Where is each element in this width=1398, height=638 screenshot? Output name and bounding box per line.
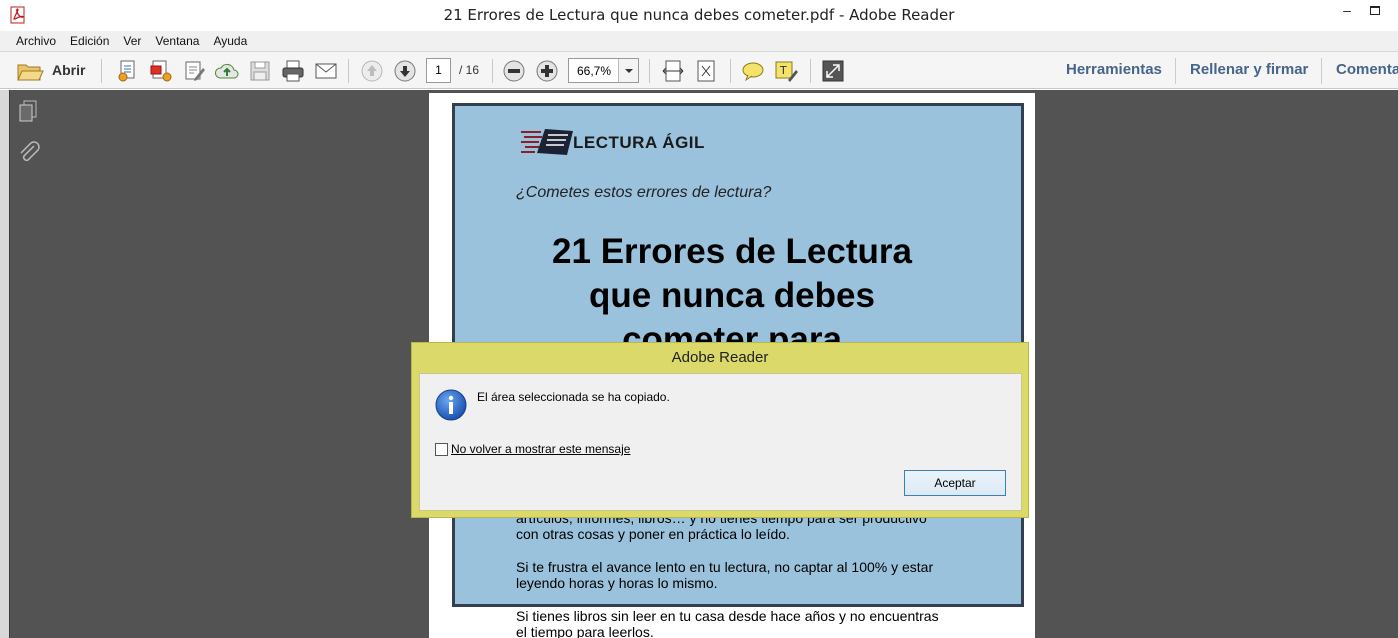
email-icon[interactable] <box>313 58 339 84</box>
toolbar-separator <box>101 59 102 83</box>
adobe-reader-window: 21 Errores de Lectura que nunca debes co… <box>0 0 1398 638</box>
minimize-button[interactable]: – <box>1335 0 1359 24</box>
menu-ayuda[interactable]: Ayuda <box>206 31 254 51</box>
fullscreen-icon[interactable] <box>820 58 846 84</box>
toolbar-separator <box>730 59 731 83</box>
toolbar: Abrir 1 / 16 66,7% T Herramientas Rellen… <box>0 51 1398 89</box>
toolbar-separator <box>348 59 349 83</box>
cover-tagline: ¿Cometes estos errores de lectura? <box>516 184 772 201</box>
body-text-line: Si te frustra el avance lento en tu lect… <box>516 559 934 575</box>
copy-confirmation-dialog: Adobe Reader El área seleccionada se ha … <box>411 342 1029 518</box>
export-pdf-icon[interactable] <box>148 58 174 84</box>
toolbar-separator <box>1321 58 1322 84</box>
maximize-icon <box>1370 6 1380 15</box>
edit-pdf-icon[interactable] <box>181 58 207 84</box>
fill-sign-link[interactable]: Rellenar y firmar <box>1190 61 1308 78</box>
next-page-icon[interactable] <box>392 58 418 84</box>
maximize-button[interactable] <box>1363 0 1387 24</box>
page-total: / 16 <box>459 63 480 77</box>
zoom-out-icon[interactable] <box>501 58 527 84</box>
fit-page-icon[interactable] <box>693 58 719 84</box>
page-thumbnails-icon[interactable] <box>16 98 42 124</box>
body-text-line: Si tienes libros sin leer en tu casa des… <box>516 608 939 624</box>
zoom-select[interactable]: 66,7% <box>568 58 639 83</box>
comment-icon[interactable] <box>740 58 766 84</box>
toolbar-separator <box>1175 58 1176 84</box>
body-text-line: el tiempo para leerlos. <box>516 624 654 638</box>
menu-edicion[interactable]: Edición <box>63 31 116 51</box>
body-text-line: leyendo horas y horas lo mismo. <box>516 575 718 591</box>
page-number-input[interactable]: 1 <box>426 58 451 83</box>
toolbar-separator <box>649 59 650 83</box>
save-icon[interactable] <box>247 58 273 84</box>
menu-bar: Archivo Edición Ver Ventana Ayuda <box>0 31 1398 51</box>
menu-ventana[interactable]: Ventana <box>148 31 206 51</box>
ok-button[interactable]: Aceptar <box>904 470 1006 496</box>
toolbar-separator <box>810 59 811 83</box>
dont-show-again-checkbox[interactable] <box>435 443 448 456</box>
comment-link[interactable]: Comentar <box>1336 61 1398 78</box>
navigation-strip <box>0 90 9 638</box>
window-title: 21 Errores de Lectura que nunca debes co… <box>443 6 955 24</box>
dont-show-again-label[interactable]: No volver a mostrar este mensaje <box>451 442 630 456</box>
dialog-body: El área seleccionada se ha copiado. No v… <box>419 373 1022 511</box>
headline-line: que nunca debes <box>589 276 875 315</box>
chevron-down-icon[interactable] <box>618 59 638 82</box>
info-icon <box>435 389 467 421</box>
menu-ver[interactable]: Ver <box>116 31 148 51</box>
previous-page-icon[interactable] <box>359 58 385 84</box>
body-text-line: con otras cosas y poner en práctica lo l… <box>516 526 790 542</box>
navigation-panel <box>9 90 49 638</box>
tools-link[interactable]: Herramientas <box>1066 61 1162 78</box>
toolbar-separator <box>492 59 493 83</box>
zoom-in-icon[interactable] <box>534 58 560 84</box>
upload-cloud-icon[interactable] <box>214 58 240 84</box>
svg-text:T: T <box>779 64 787 77</box>
create-pdf-icon[interactable] <box>115 58 141 84</box>
logo-text: LECTURA ÁGIL <box>573 133 705 152</box>
menu-archivo[interactable]: Archivo <box>9 31 63 51</box>
zoom-value: 66,7% <box>577 64 612 78</box>
title-bar: 21 Errores de Lectura que nunca debes co… <box>0 0 1398 31</box>
highlight-text-icon[interactable]: T <box>773 58 799 84</box>
dialog-title: Adobe Reader <box>671 349 769 366</box>
headline-line: 21 Errores de Lectura <box>552 232 912 271</box>
dialog-message: El área seleccionada se ha copiado. <box>477 390 670 404</box>
open-button-label[interactable]: Abrir <box>52 62 85 78</box>
open-folder-icon[interactable] <box>16 58 44 84</box>
print-icon[interactable] <box>280 58 306 84</box>
fit-width-icon[interactable] <box>660 58 686 84</box>
attachments-icon[interactable] <box>16 140 42 166</box>
